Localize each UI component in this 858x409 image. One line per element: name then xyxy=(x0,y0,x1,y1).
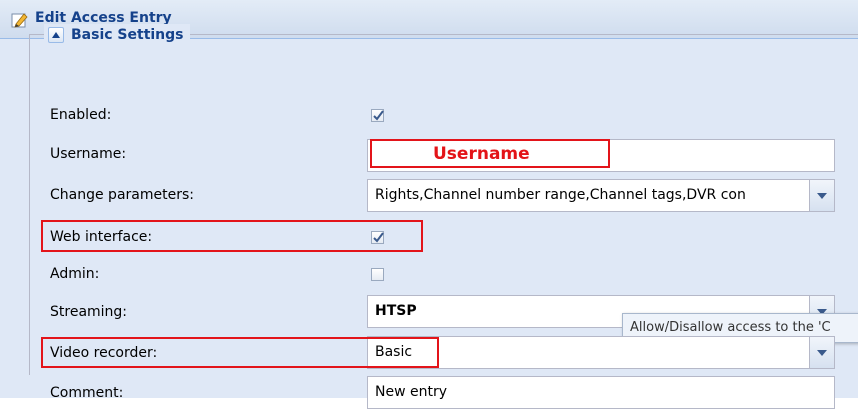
legend-label: Basic Settings xyxy=(71,27,184,43)
streaming-label: Streaming: xyxy=(50,304,128,320)
comment-input[interactable]: New entry xyxy=(367,376,835,409)
streaming-value: HTSP xyxy=(375,303,417,319)
enabled-label: Enabled: xyxy=(50,107,112,123)
comment-label: Comment: xyxy=(50,385,124,401)
username-value: Username xyxy=(433,144,530,164)
chevron-down-icon[interactable] xyxy=(809,337,834,368)
username-label: Username: xyxy=(50,146,127,162)
chevron-down-icon[interactable] xyxy=(809,180,834,211)
admin-label: Admin: xyxy=(50,266,100,282)
change-parameters-value: Rights,Channel number range,Channel tags… xyxy=(375,187,746,203)
web-interface-highlight xyxy=(41,220,423,252)
change-parameters-label: Change parameters: xyxy=(50,187,194,203)
change-parameters-combo[interactable]: Rights,Channel number range,Channel tags… xyxy=(367,179,835,212)
edit-pencil-icon xyxy=(11,11,29,29)
video-recorder-highlight xyxy=(41,337,439,368)
admin-checkbox[interactable] xyxy=(371,268,384,281)
enabled-checkbox[interactable] xyxy=(371,109,384,122)
collapse-up-icon[interactable] xyxy=(48,27,64,43)
fieldset-legend[interactable]: Basic Settings xyxy=(44,24,190,46)
